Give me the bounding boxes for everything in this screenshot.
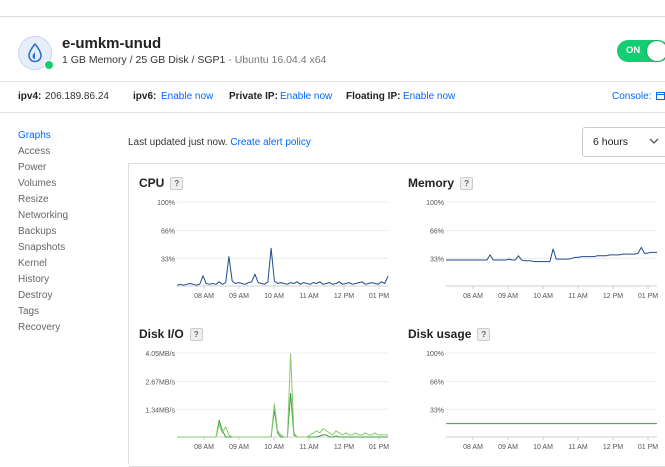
memory-x-tick-label: 12 PM [603, 293, 623, 300]
ipv4-value: 206.189.86.24 [45, 91, 109, 102]
cpu-y-tick-label: 66% [161, 229, 175, 236]
memory-chart: 100% 66% 33% 08 AM 09 AM 10 AM 11 AM 12 PM 01 PM [426, 200, 658, 300]
last-updated-label: Last updated just now. [128, 137, 228, 148]
sidebar-item-graphs[interactable]: Graphs [18, 128, 68, 144]
disk-usage-x-tick-label: 12 PM [603, 444, 623, 451]
disk-io-x-tick-label: 09 AM [229, 444, 249, 451]
memory-y-tick-label: 100% [426, 200, 444, 207]
memory-graph-panel: Memory? 100% 66% 33% 08 AM 09 AM 10 AM 11 AM 12… [398, 164, 665, 316]
droplet-header: e-umkm-unud 1 GB Memory / 25 GB Disk / S… [0, 26, 665, 76]
floating-ip-enable-link[interactable]: Enable now [403, 91, 455, 102]
sidebar-item-kernel[interactable]: Kernel [18, 256, 68, 272]
sidebar-item-tags[interactable]: Tags [18, 304, 68, 320]
droplet-sidebar-nav: Graphs Access Power Volumes Resize Networking… [18, 128, 68, 336]
sidebar-item-power[interactable]: Power [18, 160, 68, 176]
sidebar-item-resize[interactable]: Resize [18, 192, 68, 208]
cpu-series-line-0 [176, 247, 389, 286]
disk-usage-x-tick-label: 01 PM [638, 444, 658, 451]
disk-io-graph-panel: Disk I/O? 4.05MB/s 2.67MB/s 1.34MB/s 08 AM 0… [129, 315, 399, 467]
memory-x-tick-label: 01 PM [638, 293, 658, 300]
cpu-x-tick-label: 09 AM [229, 293, 249, 300]
disk-io-series-line-1 [177, 353, 388, 438]
disk-usage-y-tick-label: 33% [430, 407, 444, 414]
cpu-x-tick-label: 08 AM [194, 293, 214, 300]
network-info-bar: ipv4: 206.189.86.24 ipv6: Enable now Pri… [0, 81, 665, 113]
cpu-y-tick-label: 33% [161, 256, 175, 263]
disk-usage-y-tick-label: 100% [426, 351, 444, 358]
disk-io-y-tick-label: 1.34MB/s [145, 407, 175, 414]
disk-usage-x-tick-label: 09 AM [498, 444, 518, 451]
memory-y-tick-label: 33% [430, 256, 444, 263]
create-alert-policy-link[interactable]: Create alert policy [230, 137, 311, 148]
cpu-y-tick-label: 100% [157, 200, 175, 207]
last-updated-text: Last updated just now. Create alert poli… [128, 137, 311, 148]
disk-usage-x-tick-label: 08 AM [463, 444, 483, 451]
disk-usage-chart: 100% 66% 33% 08 AM 09 AM 10 AM 11 AM 12 PM 01 PM [426, 351, 658, 451]
sidebar-item-snapshots[interactable]: Snapshots [18, 240, 68, 256]
memory-series-line-0 [446, 246, 657, 263]
memory-x-tick-label: 08 AM [463, 293, 483, 300]
sidebar-item-networking[interactable]: Networking [18, 208, 68, 224]
chevron-down-icon [649, 138, 659, 144]
memory-x-tick-label: 09 AM [498, 293, 518, 300]
cpu-graph-panel: CPU? 100% 66% 33% 08 AM 09 AM 10 AM 11 AM 12 PM… [129, 164, 399, 316]
droplet-spec-size: 1 GB Memory / 25 GB Disk / SGP1 [62, 54, 226, 66]
disk-usage-x-tick-label: 11 AM [568, 444, 587, 451]
floating-ip-label: Floating IP: [346, 91, 401, 102]
cpu-x-tick-label: 12 PM [334, 293, 354, 300]
cpu-x-tick-label: 10 AM [264, 293, 284, 300]
disk-usage-y-tick-label: 66% [430, 380, 444, 387]
sidebar-item-backups[interactable]: Backups [18, 224, 68, 240]
disk-io-y-tick-label: 4.05MB/s [145, 351, 175, 358]
cpu-x-tick-label: 11 AM [299, 293, 318, 300]
sidebar-item-recovery[interactable]: Recovery [18, 320, 68, 336]
disk-io-chart: 4.05MB/s 2.67MB/s 1.34MB/s 08 AM 09 AM 10 AM 1… [145, 351, 389, 451]
sidebar-item-volumes[interactable]: Volumes [18, 176, 68, 192]
power-toggle[interactable]: ON [617, 40, 665, 62]
droplet-name: e-umkm-unud [62, 35, 162, 52]
disk-io-x-tick-label: 11 AM [299, 444, 318, 451]
power-toggle-knob [647, 41, 665, 61]
disk-io-x-tick-label: 01 PM [369, 444, 389, 451]
droplet-icon [28, 43, 42, 63]
disk-io-x-tick-label: 10 AM [264, 444, 284, 451]
ipv4-label: ipv4: [18, 91, 42, 102]
power-toggle-label: ON [626, 45, 641, 56]
disk-io-x-tick-label: 12 PM [334, 444, 354, 451]
cpu-x-tick-label: 01 PM [369, 293, 389, 300]
droplet-spec-os: - Ubuntu 16.04.4 x64 [225, 54, 327, 66]
disk-usage-x-tick-label: 10 AM [533, 444, 553, 451]
memory-x-tick-label: 11 AM [568, 293, 587, 300]
sidebar-item-destroy[interactable]: Destroy [18, 288, 68, 304]
browser-top-strip [0, 0, 665, 17]
sidebar-item-access[interactable]: Access [18, 144, 68, 160]
graphs-grid: CPU? 100% 66% 33% 08 AM 09 AM 10 AM 11 AM 12 PM… [128, 163, 665, 467]
private-ip-label: Private IP: [229, 91, 278, 102]
sidebar-item-history[interactable]: History [18, 272, 68, 288]
disk-io-x-tick-label: 08 AM [194, 444, 214, 451]
disk-usage-graph-panel: Disk usage? 100% 66% 33% 08 AM 09 AM 10 AM 11 … [398, 315, 665, 467]
console-link[interactable]: Console: [612, 91, 651, 102]
droplet-spec: 1 GB Memory / 25 GB Disk / SGP1 - Ubuntu… [62, 54, 326, 66]
cpu-chart: 100% 66% 33% 08 AM 09 AM 10 AM 11 AM 12 PM 01 PM [157, 200, 389, 300]
memory-y-tick-label: 66% [430, 229, 444, 236]
private-ip-enable-link[interactable]: Enable now [280, 91, 332, 102]
console-window-icon[interactable] [656, 91, 665, 101]
disk-io-y-tick-label: 2.67MB/s [145, 380, 175, 387]
time-range-select[interactable]: 6 hours [582, 127, 665, 157]
disk-io-series-line-0 [177, 392, 388, 438]
time-range-value: 6 hours [593, 136, 629, 148]
ipv6-enable-link[interactable]: Enable now [161, 91, 213, 102]
ipv6-label: ipv6: [133, 91, 157, 102]
memory-x-tick-label: 10 AM [533, 293, 553, 300]
status-online-dot [44, 60, 54, 70]
